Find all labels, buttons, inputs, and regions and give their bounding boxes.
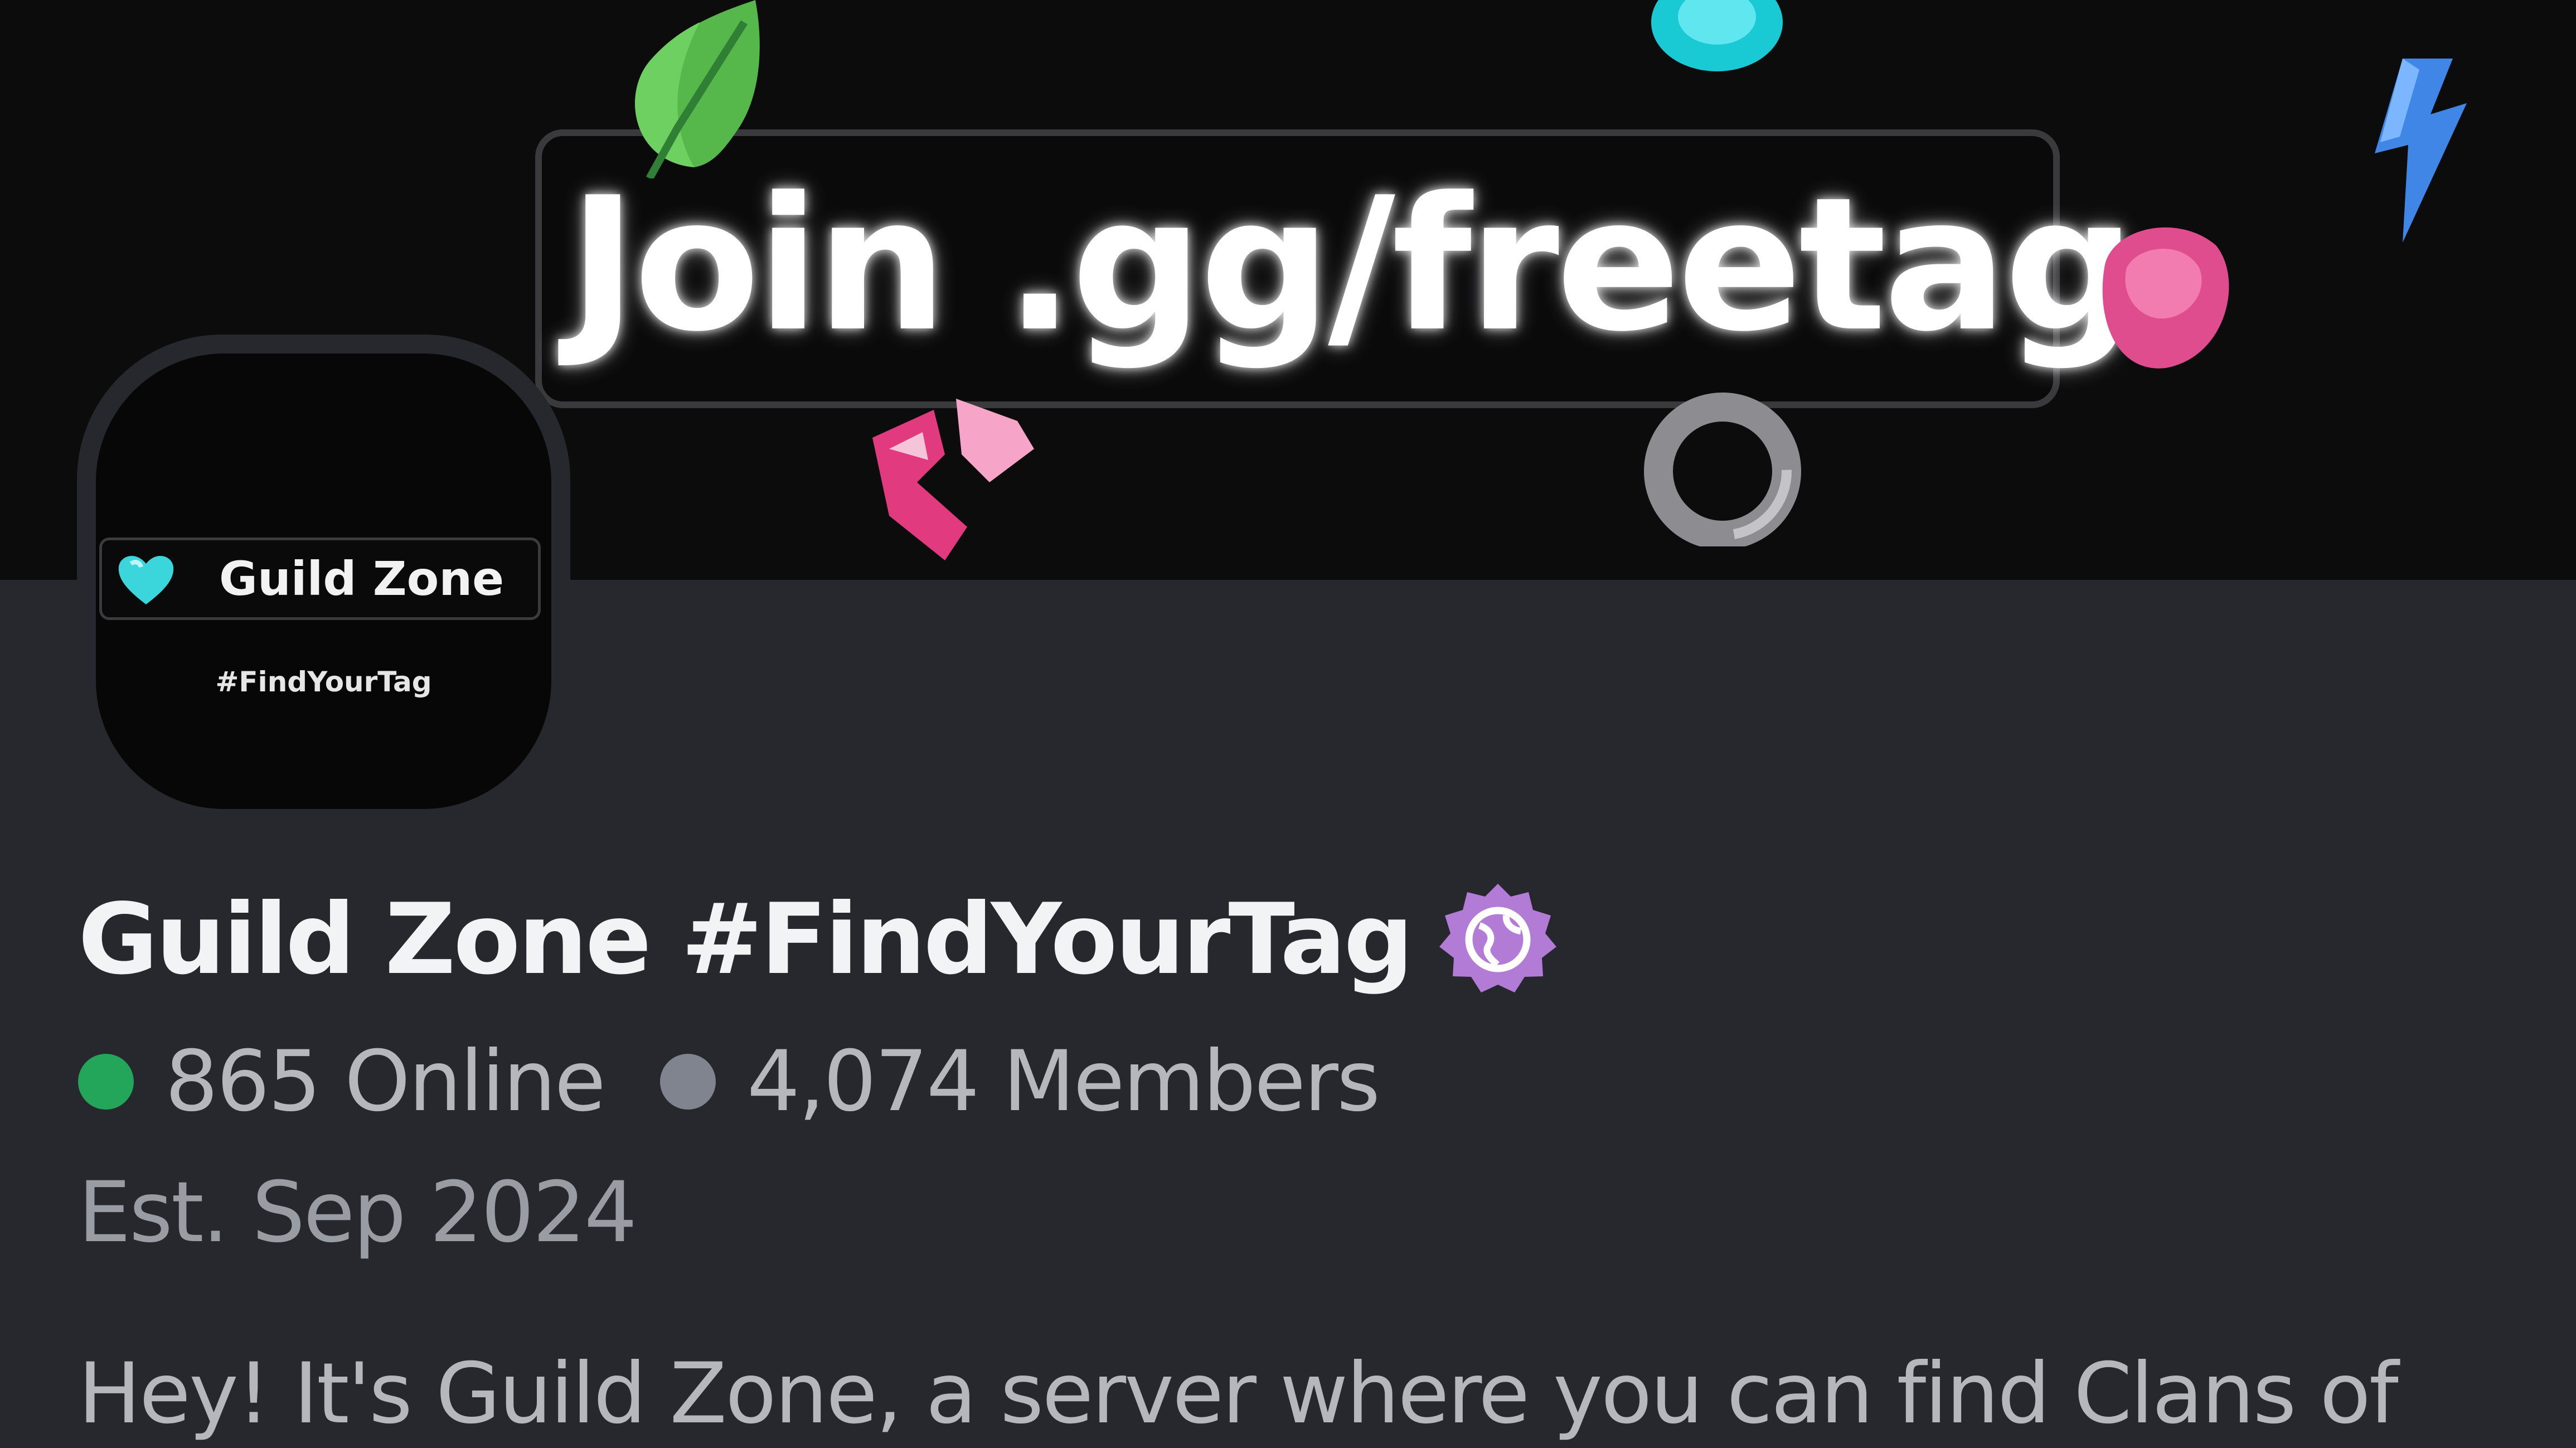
online-count: 865 Online xyxy=(165,1033,606,1130)
cyan-gem-icon xyxy=(1651,0,1783,71)
server-description: Hey! It's Guild Zone, a server where you… xyxy=(78,1345,2399,1442)
server-name-row: Guild Zone #FindYourTag xyxy=(78,870,1556,1009)
server-profile-card: Join .gg/freetag Guild Zone #FindYourTag… xyxy=(0,0,2576,1448)
gray-ring-icon xyxy=(1644,393,1801,546)
server-icon-frame: Guild Zone #FindYourTag xyxy=(77,335,570,828)
server-stats: 865 Online 4,074 Members xyxy=(78,1026,1380,1137)
server-tag-pill: Guild Zone xyxy=(99,537,541,620)
member-count: 4,074 Members xyxy=(746,1033,1380,1130)
server-icon-subtitle: #FindYourTag xyxy=(215,666,432,698)
established-date: Est. Sep 2024 xyxy=(78,1164,637,1261)
cyan-heart-icon xyxy=(118,555,174,604)
server-tag-name: Guild Zone xyxy=(219,551,504,606)
broken-heart-icon xyxy=(872,399,1034,560)
discoverable-globe-badge-icon[interactable] xyxy=(1439,881,1556,998)
online-status-dot xyxy=(78,1054,134,1110)
lightning-bolt-icon xyxy=(2375,59,2467,243)
leaf-icon xyxy=(635,0,760,178)
server-name: Guild Zone #FindYourTag xyxy=(78,883,1414,996)
banner-invite-text: Join .gg/freetag xyxy=(569,158,2136,372)
members-status-dot xyxy=(659,1054,716,1110)
pink-gem-icon xyxy=(2102,227,2229,369)
server-icon: Guild Zone #FindYourTag xyxy=(96,353,551,809)
